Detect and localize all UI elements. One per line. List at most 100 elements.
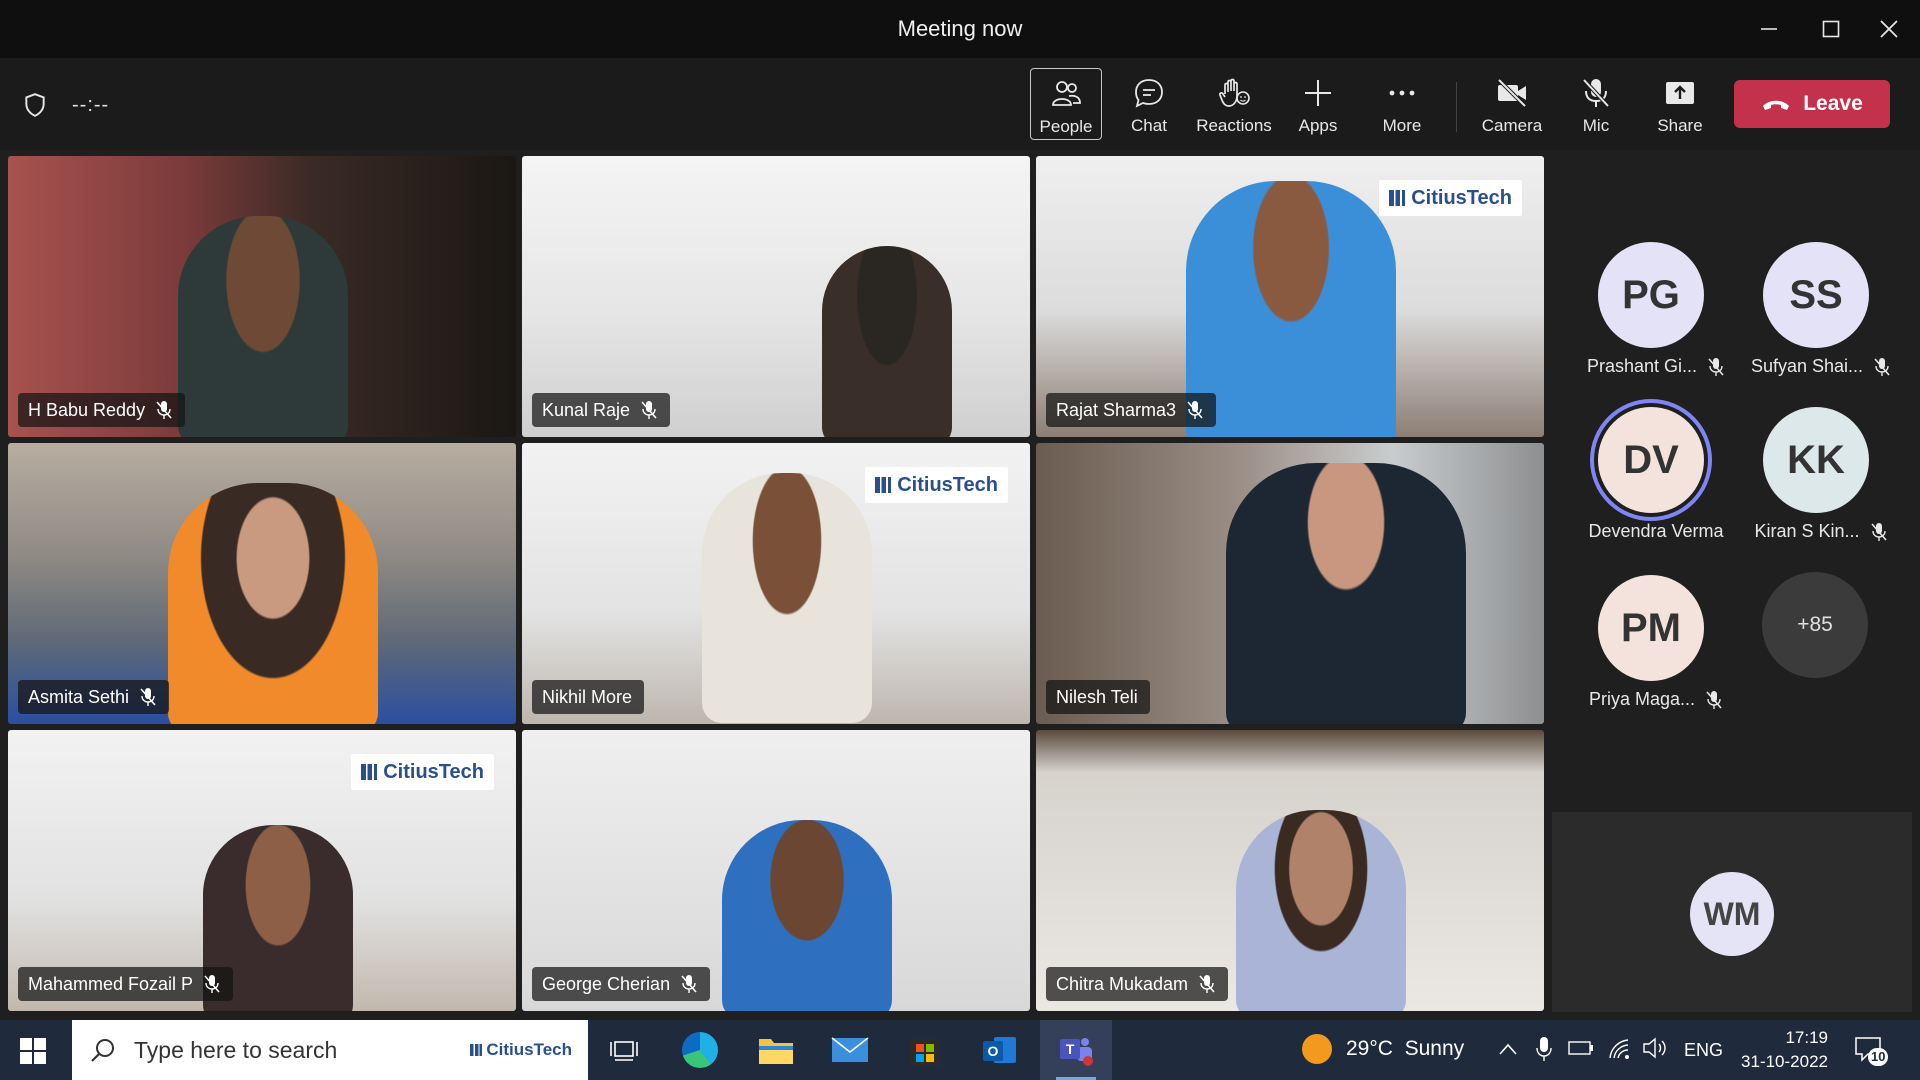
video-tile-h-babu-reddy[interactable]: H Babu Reddy xyxy=(8,156,516,437)
citiustech-logo: CitiusTech xyxy=(351,754,494,790)
participant-video xyxy=(1186,181,1396,437)
taskbar-search[interactable]: Type here to search CitiusTech xyxy=(72,1020,588,1080)
file-explorer-button[interactable] xyxy=(756,1030,796,1070)
avatar: WM xyxy=(1690,872,1774,956)
close-button[interactable] xyxy=(1868,10,1910,48)
participant-card[interactable]: PM Priya Maga... xyxy=(1566,575,1722,735)
outlook-icon: O xyxy=(983,1037,1016,1063)
more-icon xyxy=(1389,90,1415,96)
mic-button[interactable]: Mic xyxy=(1560,68,1632,140)
video-tile-chitra-mukadam[interactable]: Chitra Mukadam xyxy=(1036,730,1544,1011)
video-tile-kunal-raje[interactable]: Kunal Raje xyxy=(522,156,1030,437)
avatar: SS xyxy=(1763,242,1869,348)
leave-label: Leave xyxy=(1803,92,1863,115)
participant-card[interactable]: SS Sufyan Shai... xyxy=(1731,242,1890,402)
participant-video xyxy=(168,483,378,724)
apps-button[interactable]: Apps xyxy=(1282,68,1354,140)
show-hidden-icons-button[interactable] xyxy=(1498,1040,1518,1061)
svg-text:T: T xyxy=(1066,1041,1075,1057)
avatar: PM xyxy=(1598,575,1704,681)
participant-label: Kiran S Kin... xyxy=(1731,521,1911,542)
mic-off-icon xyxy=(641,401,657,419)
more-button[interactable]: More xyxy=(1366,68,1438,140)
store-button[interactable] xyxy=(905,1030,945,1070)
camera-label: Camera xyxy=(1481,116,1543,135)
participant-video xyxy=(1236,810,1406,1011)
battery-tray-icon[interactable] xyxy=(1568,1040,1594,1061)
participant-name: Chitra Mukadam xyxy=(1056,973,1189,994)
edge-button[interactable] xyxy=(680,1030,720,1070)
teams-button[interactable]: T xyxy=(1056,1030,1096,1080)
participant-card[interactable]: KK Kiran S Kin... xyxy=(1731,407,1887,567)
windows-taskbar: Type here to search CitiusTech O T 29°C … xyxy=(0,1020,1920,1080)
chat-label: Chat xyxy=(1131,116,1167,135)
outlook-button[interactable]: O xyxy=(980,1030,1020,1070)
video-tile-mahammed-fozail-p[interactable]: CitiusTech Mahammed Fozail P xyxy=(8,730,516,1011)
participant-label: Devendra Verma xyxy=(1588,521,1724,541)
weather-widget[interactable]: 29°C Sunny xyxy=(1302,1034,1464,1064)
maximize-icon xyxy=(1822,20,1840,38)
video-grid: H Babu Reddy Kunal Raje CitiusTech Rajat… xyxy=(8,156,1546,1012)
mic-label: Mic xyxy=(1582,116,1610,135)
more-participants-button[interactable]: +85 xyxy=(1762,572,1868,678)
mic-off-icon xyxy=(1199,975,1215,993)
video-tile-george-cherian[interactable]: George Cherian xyxy=(522,730,1030,1011)
task-view-button[interactable] xyxy=(604,1030,644,1070)
camera-button[interactable]: Camera xyxy=(1476,68,1548,140)
notification-center-button[interactable]: 10 xyxy=(1854,1036,1889,1066)
mic-tray-icon[interactable] xyxy=(1536,1036,1552,1067)
video-tile-asmita-sethi[interactable]: Asmita Sethi xyxy=(8,443,516,724)
volume-tray-icon[interactable] xyxy=(1642,1036,1668,1065)
reactions-button[interactable]: Reactions xyxy=(1196,68,1272,140)
camera-off-icon xyxy=(1497,78,1527,108)
mail-button[interactable] xyxy=(830,1030,870,1070)
toolbar-divider xyxy=(1456,82,1457,132)
participant-name: Mahammed Fozail P xyxy=(28,973,194,994)
name-tag: Nilesh Teli xyxy=(1046,680,1150,714)
plus-icon xyxy=(1305,80,1331,106)
network-tray-icon[interactable] xyxy=(1608,1036,1630,1065)
more-label: More xyxy=(1382,116,1422,135)
citiustech-logo: CitiusTech xyxy=(464,1035,578,1065)
name-tag: Mahammed Fozail P xyxy=(18,967,234,1001)
windows-start-icon[interactable] xyxy=(20,1038,46,1064)
maximize-button[interactable] xyxy=(1810,10,1852,48)
minimize-button[interactable] xyxy=(1748,10,1790,48)
participant-name: Nikhil More xyxy=(542,686,633,707)
chat-button[interactable]: Chat xyxy=(1113,68,1185,140)
notification-count: 10 xyxy=(1868,1048,1889,1066)
participant-tile-wm[interactable]: WM xyxy=(1552,812,1912,1012)
store-icon xyxy=(910,1039,940,1066)
people-button[interactable]: People xyxy=(1030,68,1102,140)
participant-card[interactable]: DV Devendra Verma xyxy=(1566,407,1724,567)
participant-card[interactable]: PG Prashant Gi... xyxy=(1566,242,1724,402)
title-bar: Meeting now xyxy=(0,0,1920,58)
clock[interactable]: 17:19 31-10-2022 xyxy=(1736,1026,1828,1074)
svg-text:O: O xyxy=(988,1043,999,1059)
participant-name: Nilesh Teli xyxy=(1056,686,1138,707)
participant-video xyxy=(702,473,872,723)
input-language[interactable]: ENG xyxy=(1684,1040,1723,1061)
mic-off-icon xyxy=(204,975,220,993)
leave-button[interactable]: Leave xyxy=(1734,80,1890,128)
clock-time: 17:19 xyxy=(1785,1028,1828,1047)
share-button[interactable]: Share xyxy=(1644,68,1716,140)
mic-off-icon xyxy=(156,401,172,419)
apps-label: Apps xyxy=(1298,116,1338,135)
video-tile-nilesh-teli[interactable]: Nilesh Teli xyxy=(1036,443,1544,724)
teams-icon: T xyxy=(1060,1038,1093,1066)
mic-off-icon xyxy=(1187,401,1203,419)
citiustech-logo: CitiusTech xyxy=(1379,180,1522,216)
raise-hand-icon xyxy=(1218,78,1250,107)
people-label: People xyxy=(1039,117,1093,136)
avatar: KK xyxy=(1763,407,1869,513)
share-icon xyxy=(1666,82,1694,104)
task-view-icon xyxy=(610,1041,638,1061)
participant-name: Rajat Sharma3 xyxy=(1056,399,1177,420)
participant-name: George Cherian xyxy=(542,973,671,994)
name-tag: H Babu Reddy xyxy=(18,393,186,427)
mic-off-icon xyxy=(1870,522,1887,541)
video-tile-nikhil-more[interactable]: CitiusTech Nikhil More xyxy=(522,443,1030,724)
video-tile-rajat-sharma3[interactable]: CitiusTech Rajat Sharma3 xyxy=(1036,156,1544,437)
name-tag: Nikhil More xyxy=(532,680,645,714)
